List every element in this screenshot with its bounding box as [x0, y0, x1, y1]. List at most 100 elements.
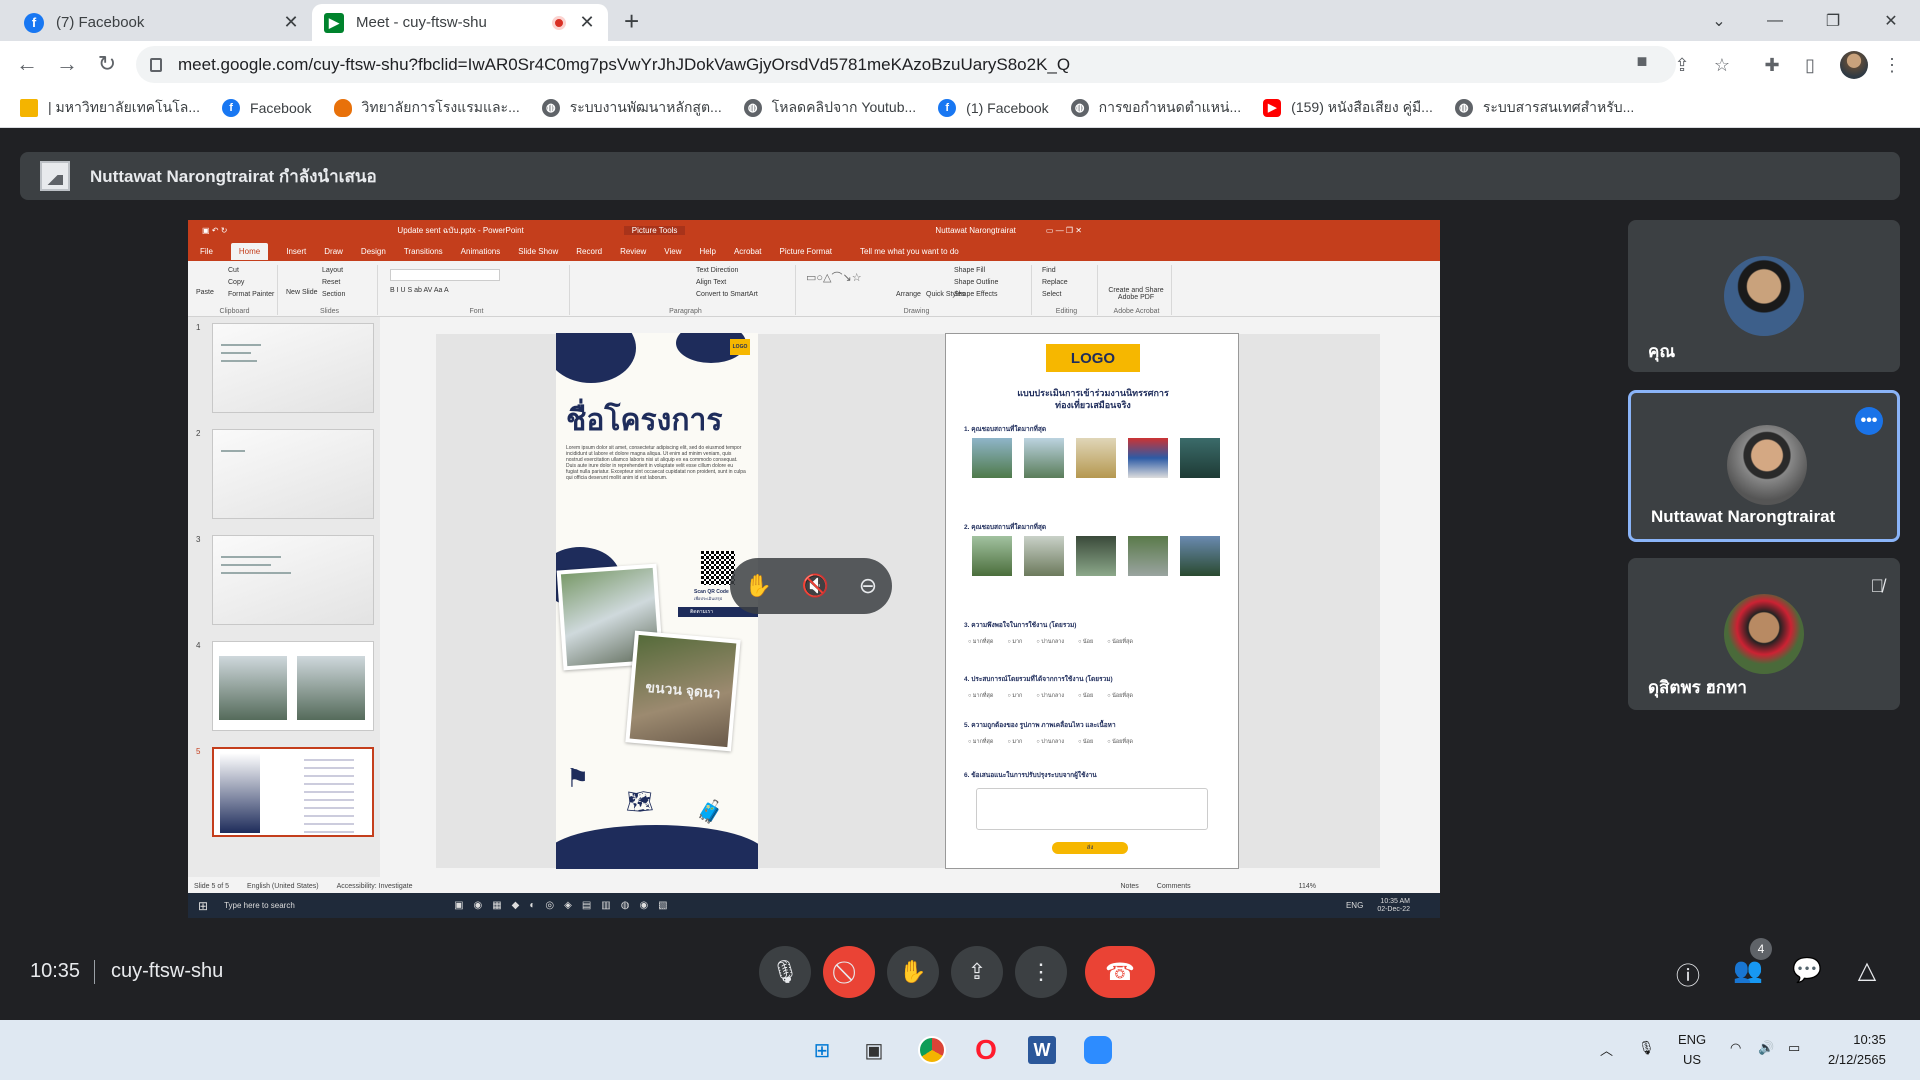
tab-facebook[interactable]: f (7) Facebook ✕: [12, 4, 312, 41]
ppt-tab[interactable]: Review: [620, 247, 646, 256]
ppt-tab[interactable]: File: [200, 247, 213, 256]
tab-meet[interactable]: ▶ Meet - cuy-ftsw-shu ✕: [312, 4, 608, 41]
ppt-tab[interactable]: Design: [361, 247, 386, 256]
ppt-tab[interactable]: Insert: [286, 247, 306, 256]
window-close-button[interactable]: ✕: [1868, 0, 1914, 41]
rating-options[interactable]: มากที่สุดมากปานกลางน้อยน้อยที่สุด: [968, 638, 1133, 646]
text-direction-button[interactable]: Text Direction: [696, 267, 738, 274]
find-button[interactable]: Find: [1042, 267, 1056, 274]
address-bar[interactable]: meet.google.com/cuy-ftsw-shu?fbclid=IwAR…: [136, 46, 1676, 83]
reset-button[interactable]: Reset: [322, 279, 340, 286]
present-button[interactable]: ⇪: [951, 946, 1003, 998]
inner-search-box[interactable]: Type here to search: [224, 901, 384, 910]
participant-tile-other[interactable]: 🎙̸ ดุสิตพร ฮกทา: [1628, 558, 1900, 710]
volume-icon[interactable]: 🔊: [1758, 1040, 1774, 1056]
zoom-level[interactable]: 114%: [1299, 883, 1316, 890]
ppt-tab[interactable]: View: [664, 247, 681, 256]
align-text-button[interactable]: Align Text: [696, 279, 726, 286]
zoom-icon[interactable]: [1080, 1032, 1116, 1068]
font-family-dropdown[interactable]: [390, 269, 500, 281]
chrome-icon[interactable]: [914, 1032, 950, 1068]
hand-off-icon[interactable]: ✋: [745, 573, 772, 599]
back-button[interactable]: ←: [12, 49, 42, 79]
slide-thumbnail[interactable]: [212, 429, 374, 519]
people-icon[interactable]: 👥: [1733, 956, 1763, 985]
task-view-icon[interactable]: ▣: [856, 1032, 892, 1068]
shapes-gallery[interactable]: ▭○△⌒↘☆: [806, 269, 862, 285]
ppt-tab[interactable]: Slide Show: [518, 247, 558, 256]
maximize-button[interactable]: ❐: [1810, 0, 1856, 41]
bookmark-item[interactable]: ◍ การขอกำหนดตำแหน่...: [1070, 97, 1241, 119]
bookmark-item[interactable]: ▶ (159) หนังสือเสียง คู่มื...: [1263, 97, 1433, 119]
windows-logo-icon[interactable]: ⊞: [198, 899, 208, 913]
ppt-tab[interactable]: Draw: [324, 247, 343, 256]
minimize-button[interactable]: —: [1752, 0, 1798, 41]
slide-thumbnail[interactable]: [212, 323, 374, 413]
camera-icon[interactable]: ■: [1630, 49, 1654, 73]
ppt-tab[interactable]: Help: [700, 247, 716, 256]
shape-effects-button[interactable]: Shape Effects: [954, 291, 997, 298]
mute-volume-icon[interactable]: 🔇: [802, 573, 829, 599]
replace-button[interactable]: Replace: [1042, 279, 1068, 286]
ppt-tab[interactable]: Record: [576, 247, 602, 256]
bookmark-item[interactable]: f Facebook: [222, 98, 312, 117]
ppt-tell-me[interactable]: Tell me what you want to do: [860, 247, 959, 256]
slide-thumbnail[interactable]: [212, 535, 374, 625]
chevron-down-icon[interactable]: ⌄: [1696, 0, 1742, 41]
wifi-icon[interactable]: ◠: [1730, 1040, 1741, 1056]
bookmark-item[interactable]: | มหาวิทยาลัยเทคโนโล...: [20, 97, 200, 119]
windows-start-icon[interactable]: ⊞: [804, 1032, 840, 1068]
camera-off-button[interactable]: ⃠: [823, 946, 875, 998]
feedback-textbox[interactable]: [976, 788, 1208, 830]
slide-thumbnail[interactable]: [212, 641, 374, 731]
bookmark-item[interactable]: วิทยาลัยการโรงแรมและ...: [333, 97, 520, 119]
close-icon[interactable]: ✕: [282, 12, 300, 33]
rating-options[interactable]: มากที่สุดมากปานกลางน้อยน้อยที่สุด: [968, 738, 1133, 746]
raise-hand-button[interactable]: ✋: [887, 946, 939, 998]
minus-circle-icon[interactable]: ⊖: [859, 573, 877, 599]
ppt-tab[interactable]: Acrobat: [734, 247, 762, 256]
microphone-button[interactable]: 🎙: [759, 946, 811, 998]
select-button[interactable]: Select: [1042, 291, 1061, 298]
more-options-icon[interactable]: •••: [1855, 407, 1883, 435]
leave-call-button[interactable]: ☎: [1085, 946, 1155, 998]
shared-screen[interactable]: ▣ ↶ ↻ Update sent ฉบับ.pptx - PowerPoint…: [188, 220, 1440, 918]
status-accessibility[interactable]: Accessibility: Investigate: [337, 883, 413, 890]
input-language[interactable]: ENG US: [1678, 1030, 1706, 1070]
share-icon[interactable]: ⇪: [1670, 53, 1694, 77]
submit-button[interactable]: ส่ง: [1052, 842, 1128, 854]
close-icon[interactable]: ✕: [578, 12, 596, 33]
bookmark-item[interactable]: ◍ ระบบสารสนเทศสำหรับ...: [1454, 97, 1634, 119]
ppt-tab-home[interactable]: Home: [230, 242, 269, 260]
activities-icon[interactable]: △: [1852, 956, 1882, 985]
ppt-tab[interactable]: Picture Format: [780, 247, 832, 256]
copy-button[interactable]: Copy: [228, 279, 244, 286]
extensions-icon[interactable]: ✚: [1760, 53, 1784, 77]
ppt-tab[interactable]: Transitions: [404, 247, 443, 256]
bookmark-item[interactable]: f (1) Facebook: [938, 98, 1049, 117]
layout-button[interactable]: Layout: [322, 267, 343, 274]
bookmark-item[interactable]: ◍ ระบบงานพัฒนาหลักสูต...: [541, 97, 722, 119]
reload-button[interactable]: ↻: [92, 49, 122, 79]
forward-button[interactable]: →: [52, 49, 82, 79]
new-slide-button[interactable]: New Slide: [286, 289, 318, 296]
shape-outline-button[interactable]: Shape Outline: [954, 279, 998, 286]
word-icon[interactable]: W: [1024, 1032, 1060, 1068]
side-panel-icon[interactable]: ▯: [1798, 53, 1822, 77]
ppt-tab[interactable]: Animations: [461, 247, 501, 256]
slide-thumbnail-selected[interactable]: [212, 747, 374, 837]
comments-button[interactable]: Comments: [1157, 883, 1191, 890]
menu-icon[interactable]: ⋮: [1880, 53, 1904, 77]
tray-mic-icon[interactable]: 🎙: [1638, 1040, 1655, 1056]
cut-button[interactable]: Cut: [228, 267, 239, 274]
rating-options[interactable]: มากที่สุดมากปานกลางน้อยน้อยที่สุด: [968, 692, 1133, 700]
smartart-button[interactable]: Convert to SmartArt: [696, 291, 758, 298]
bookmark-item[interactable]: ◍ โหลดคลิปจาก Youtub...: [743, 97, 916, 119]
battery-icon[interactable]: ▭: [1788, 1040, 1800, 1056]
tray-chevron-icon[interactable]: ︿: [1600, 1040, 1613, 1059]
format-painter-button[interactable]: Format Painter: [228, 291, 274, 298]
section-button[interactable]: Section: [322, 291, 345, 298]
profile-avatar[interactable]: [1840, 51, 1868, 79]
shape-fill-button[interactable]: Shape Fill: [954, 267, 985, 274]
participant-tile-you[interactable]: คุณ: [1628, 220, 1900, 372]
